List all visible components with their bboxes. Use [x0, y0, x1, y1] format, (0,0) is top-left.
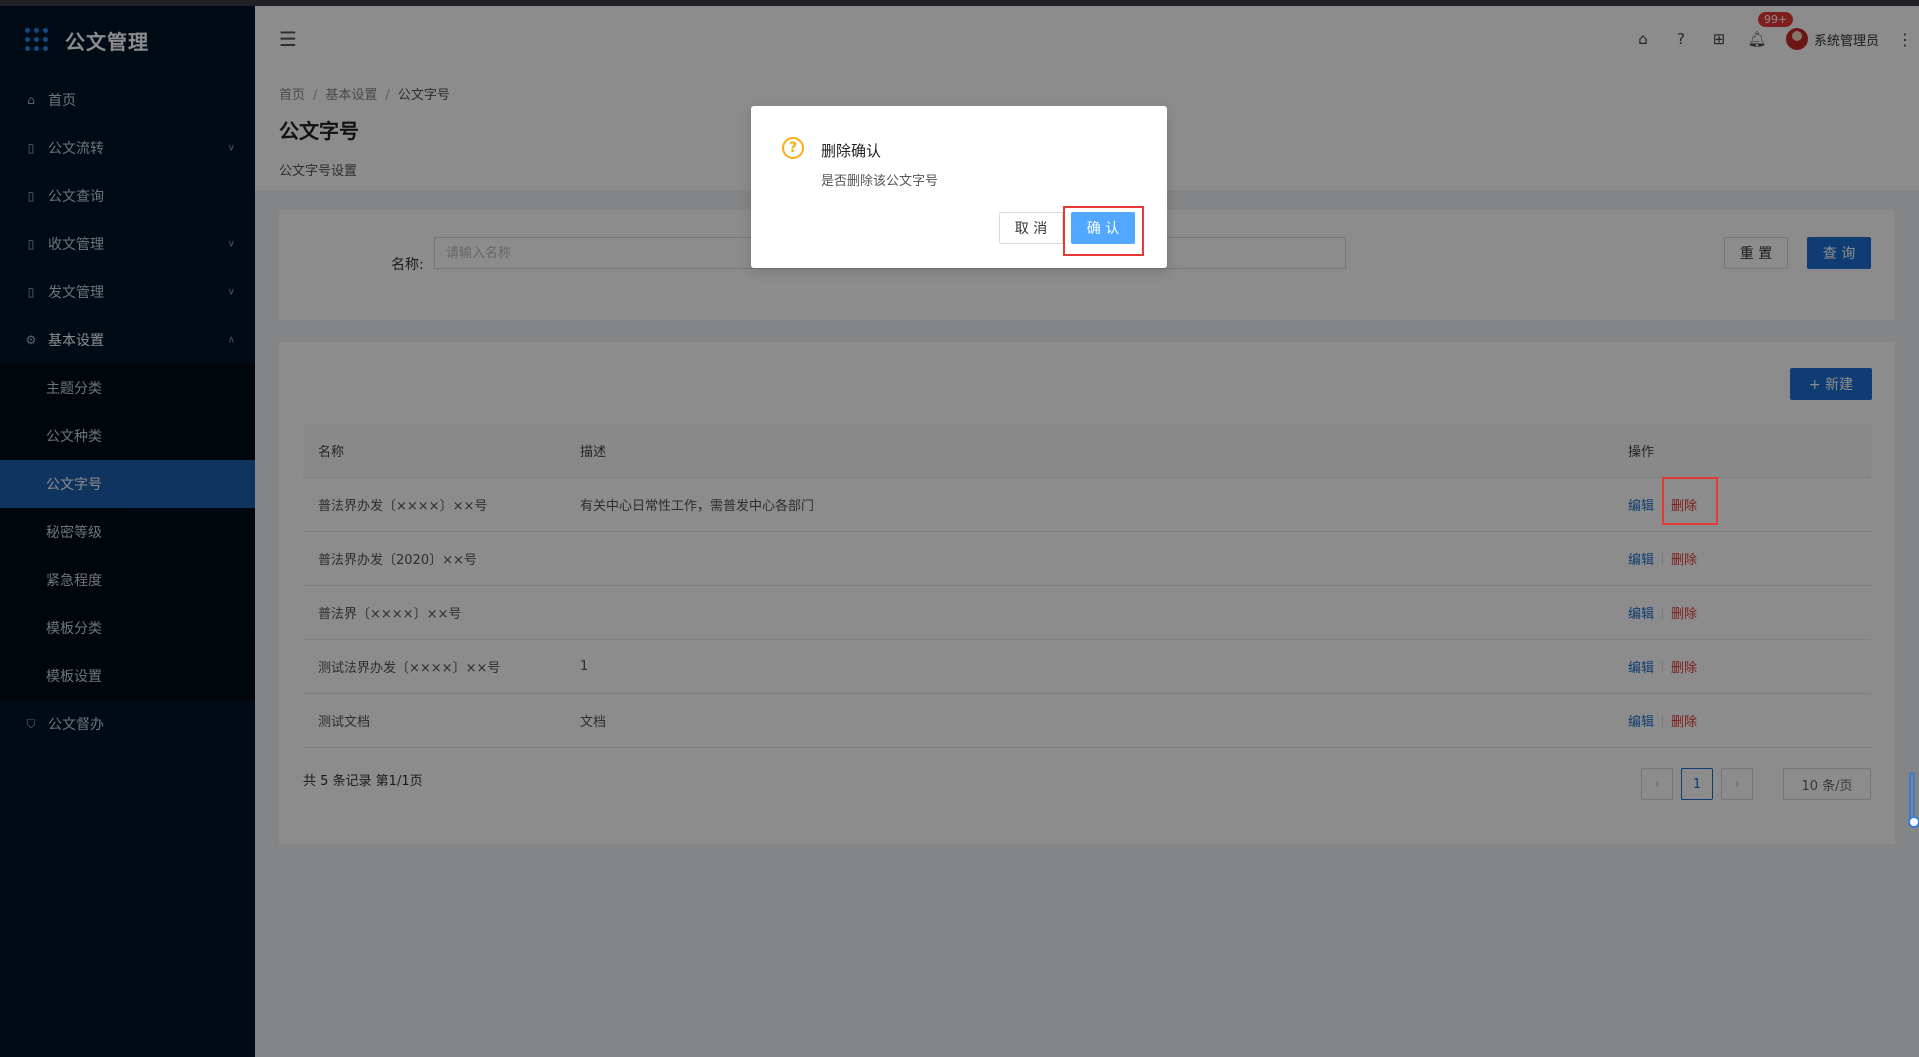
cancel-button[interactable]: 取 消 — [999, 212, 1063, 244]
highlight-confirm-button — [1063, 206, 1144, 256]
scroll-indicator[interactable] — [1908, 772, 1919, 828]
modal-content: 是否删除该公文字号 — [821, 174, 939, 189]
modal-title: 删除确认 — [821, 142, 882, 160]
question-icon: ? — [782, 137, 804, 159]
highlight-delete-link — [1662, 477, 1718, 525]
